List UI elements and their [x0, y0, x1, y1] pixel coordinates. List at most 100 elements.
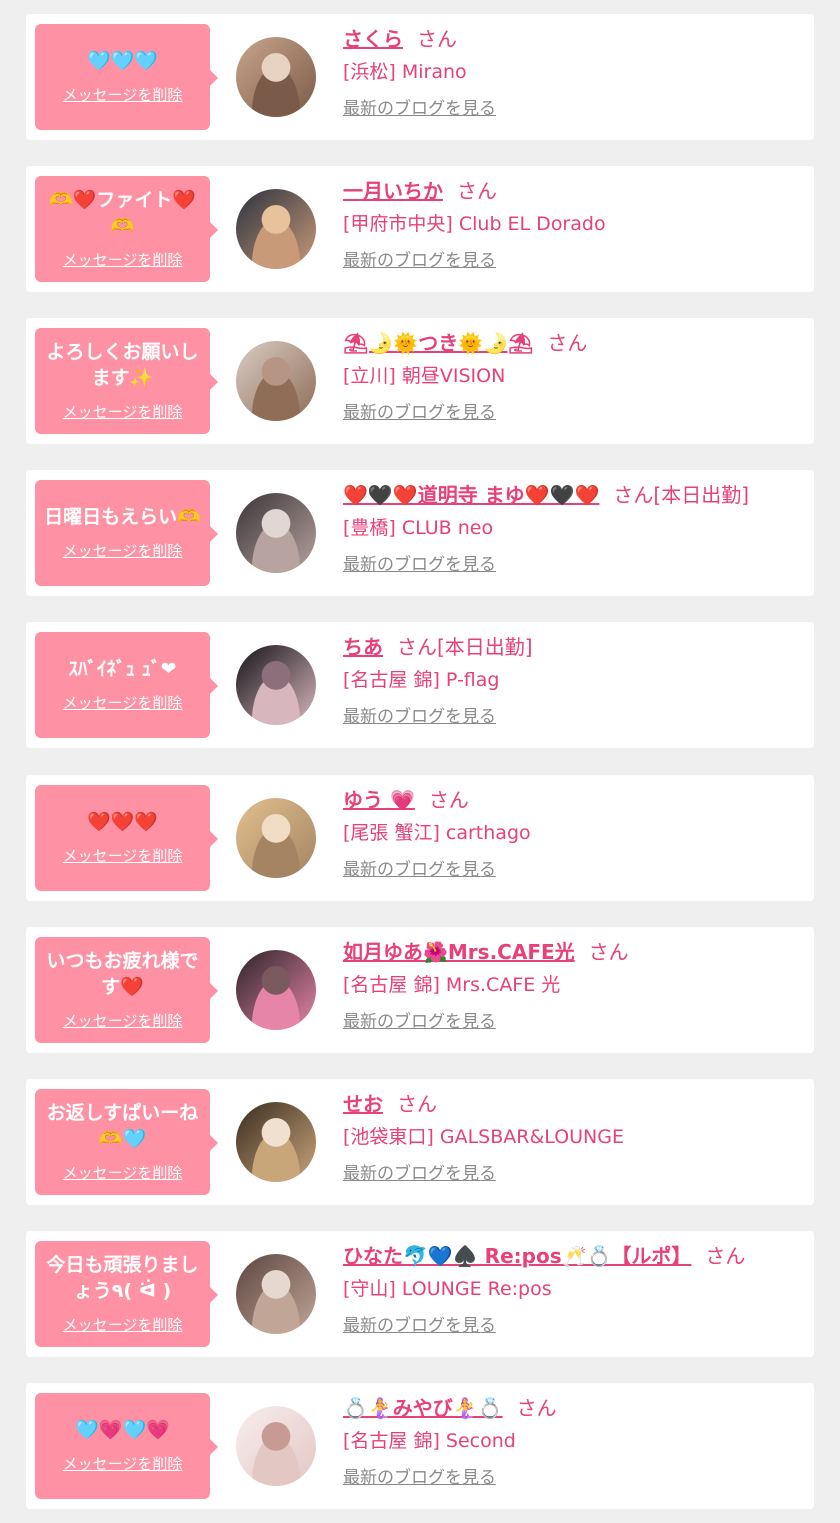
name-line: さくら さん	[343, 24, 804, 54]
message-bubble: 🫶❤️ファイト❤️🫶 メッセージを削除	[35, 176, 218, 282]
delete-message-link[interactable]: メッセージを削除	[63, 249, 183, 270]
name-line: せお さん	[343, 1089, 804, 1119]
message-bubble: いつもお疲れ様です❤️ メッセージを削除	[35, 937, 218, 1043]
working-today-badge: [本日出勤]	[437, 635, 533, 659]
honorific-label: さん	[705, 1244, 746, 1268]
cast-info: ひなた🐬💙♠️ Re:pos🥂💍【ルポ】 さん [守山] LOUNGE Re:pos…	[343, 1241, 804, 1338]
honorific-label: さん	[547, 331, 588, 355]
delete-message-link[interactable]: メッセージを削除	[63, 692, 183, 713]
avatar-photo-icon[interactable]	[236, 341, 316, 421]
cast-name-link[interactable]: 一月いちか	[343, 179, 443, 203]
cast-name-link[interactable]: ❤️🖤❤️道明寺 まゆ❤️🖤❤️	[343, 483, 599, 507]
shop-label: [甲府市中央] Club EL Dorado	[343, 213, 606, 235]
delete-message-link[interactable]: メッセージを削除	[63, 1162, 183, 1183]
cast-info: ちあ さん[本日出勤] [名古屋 錦] P-flag 最新のブログを見る	[343, 632, 804, 729]
message-card: 🩵💗🩵💗 メッセージを削除 💍🧜‍♀️みやび🧜‍♀️💍 さん [名古屋 錦] Secon…	[26, 1383, 814, 1509]
cast-name-link[interactable]: 如月ゆあ🌺Mrs.CAFE光	[343, 940, 575, 964]
honorific-label: さん	[516, 1396, 557, 1420]
message-text: 🩵💗🩵💗	[75, 1418, 170, 1441]
delete-message-link[interactable]: メッセージを削除	[63, 1010, 183, 1031]
message-text: 日曜日もえらい🫶	[44, 505, 201, 528]
avatar-photo-icon[interactable]	[236, 1406, 316, 1486]
avatar-photo-icon[interactable]	[236, 189, 316, 269]
honorific-label: さん	[417, 27, 457, 51]
latest-blog-link[interactable]: 最新のブログを見る	[343, 1162, 496, 1186]
name-line: ちあ さん[本日出勤]	[343, 632, 804, 662]
shop-label: [豊橋] CLUB neo	[343, 517, 494, 539]
message-card: 今日も頑張りましょう٩( ᐛ ) メッセージを削除 ひなた🐬💙♠️ Re:pos🥂💍…	[26, 1231, 814, 1357]
message-text: よろしくお願いします✨	[46, 340, 199, 389]
working-today-badge: [本日出勤]	[653, 483, 749, 507]
latest-blog-link[interactable]: 最新のブログを見る	[343, 705, 496, 729]
message-bubble: 🩵💗🩵💗 メッセージを削除	[35, 1393, 218, 1499]
delete-message-link[interactable]: メッセージを削除	[63, 1453, 183, 1474]
message-text: 今日も頑張りましょう٩( ᐛ )	[46, 1253, 199, 1302]
shop-label: [守山] LOUNGE Re:pos	[343, 1278, 552, 1300]
message-text: いつもお疲れ様です❤️	[46, 949, 199, 998]
message-list: 🩵🩵🩵 メッセージを削除 さくら さん [浜松] Mirano 最新のブログを見る 🫶❤️フ…	[0, 0, 840, 1523]
honorific-label: さん	[397, 1092, 437, 1116]
avatar-photo-icon[interactable]	[236, 37, 316, 117]
name-line: 💍🧜‍♀️みやび🧜‍♀️💍 さん	[343, 1393, 804, 1423]
cast-name-link[interactable]: せお	[343, 1092, 383, 1116]
name-line: ゆう 💗 さん	[343, 785, 804, 815]
shop-label: [浜松] Mirano	[343, 61, 467, 83]
latest-blog-link[interactable]: 最新のブログを見る	[343, 1466, 496, 1490]
delete-message-link[interactable]: メッセージを削除	[63, 401, 183, 422]
cast-name-link[interactable]: さくら	[343, 27, 403, 51]
name-line: 如月ゆあ🌺Mrs.CAFE光 さん	[343, 937, 804, 967]
cast-info: 如月ゆあ🌺Mrs.CAFE光 さん [名古屋 錦] Mrs.CAFE 光最新のブログ…	[343, 937, 804, 1034]
cast-info: さくら さん [浜松] Mirano 最新のブログを見る	[343, 24, 804, 121]
latest-blog-link[interactable]: 最新のブログを見る	[343, 553, 496, 577]
cast-info: 💍🧜‍♀️みやび🧜‍♀️💍 さん [名古屋 錦] Second 最新のブログを見る	[343, 1393, 804, 1490]
cast-info: ⛱🌛🌞つき🌞🌛⛱ さん [立川] 朝昼VISION 最新のブログを見る	[343, 328, 804, 425]
name-line: ⛱🌛🌞つき🌞🌛⛱ さん	[343, 328, 804, 358]
avatar-photo-icon[interactable]	[236, 798, 316, 878]
message-card: よろしくお願いします✨ メッセージを削除 ⛱🌛🌞つき🌞🌛⛱ さん [立川] 朝昼VISI…	[26, 318, 814, 444]
message-text: 🩵🩵🩵	[87, 49, 158, 72]
honorific-label: さん	[457, 179, 497, 203]
honorific-label: さん	[613, 483, 654, 507]
cast-name-link[interactable]: 💍🧜‍♀️みやび🧜‍♀️💍	[343, 1396, 503, 1420]
avatar-photo-icon[interactable]	[236, 493, 316, 573]
message-card: ❤️❤️❤️ メッセージを削除 ゆう 💗 さん [尾張 蟹江] carthago 最新のブ…	[26, 775, 814, 901]
message-bubble: お返しすぱいーね🫶🩵 メッセージを削除	[35, 1089, 218, 1195]
delete-message-link[interactable]: メッセージを削除	[63, 845, 183, 866]
latest-blog-link[interactable]: 最新のブログを見る	[343, 97, 496, 121]
name-line: ❤️🖤❤️道明寺 まゆ❤️🖤❤️ さん[本日出勤]	[343, 480, 804, 510]
delete-message-link[interactable]: メッセージを削除	[63, 540, 183, 561]
latest-blog-link[interactable]: 最新のブログを見る	[343, 401, 496, 425]
avatar-photo-icon[interactable]	[236, 1254, 316, 1334]
cast-name-link[interactable]: ひなた🐬💙♠️ Re:pos🥂💍【ルポ】	[343, 1244, 691, 1268]
cast-name-link[interactable]: ちあ	[343, 635, 383, 659]
latest-blog-link[interactable]: 最新のブログを見る	[343, 1314, 496, 1338]
shop-label: [立川] 朝昼VISION	[343, 365, 506, 387]
avatar-photo-icon[interactable]	[236, 645, 316, 725]
cast-info: 一月いちか さん [甲府市中央] Club EL Dorado 最新のブログを見る	[343, 176, 804, 273]
message-card: お返しすぱいーね🫶🩵 メッセージを削除 せお さん [池袋東口] GALSBAR&LOU…	[26, 1079, 814, 1205]
message-bubble: ｽﾊﾞｲﾈﾞｭ ｭﾞ❤ メッセージを削除	[35, 632, 218, 738]
delete-message-link[interactable]: メッセージを削除	[63, 84, 183, 105]
name-line: ひなた🐬💙♠️ Re:pos🥂💍【ルポ】 さん	[343, 1241, 804, 1271]
message-card: 🫶❤️ファイト❤️🫶 メッセージを削除 一月いちか さん [甲府市中央] Club EL…	[26, 166, 814, 292]
cast-info: ❤️🖤❤️道明寺 まゆ❤️🖤❤️ さん[本日出勤] [豊橋] CLUB neo 最新の…	[343, 480, 804, 577]
delete-message-link[interactable]: メッセージを削除	[63, 1314, 183, 1335]
honorific-label: さん	[397, 635, 437, 659]
message-bubble: 🩵🩵🩵 メッセージを削除	[35, 24, 218, 130]
cast-name-link[interactable]: ⛱🌛🌞つき🌞🌛⛱	[343, 331, 533, 355]
cast-name-link[interactable]: ゆう 💗	[343, 788, 415, 812]
shop-label: [名古屋 錦] Second	[343, 1430, 516, 1452]
avatar-photo-icon[interactable]	[236, 1102, 316, 1182]
message-card: いつもお疲れ様です❤️ メッセージを削除 如月ゆあ🌺Mrs.CAFE光 さん [名古屋 …	[26, 927, 814, 1053]
cast-info: ゆう 💗 さん [尾張 蟹江] carthago 最新のブログを見る	[343, 785, 804, 882]
message-text: ❤️❤️❤️	[87, 810, 158, 833]
message-bubble: ❤️❤️❤️ メッセージを削除	[35, 785, 218, 891]
avatar-photo-icon[interactable]	[236, 950, 316, 1030]
cast-info: せお さん [池袋東口] GALSBAR&LOUNGE 最新のブログを見る	[343, 1089, 804, 1186]
latest-blog-link[interactable]: 最新のブログを見る	[343, 1010, 496, 1034]
message-text: ｽﾊﾞｲﾈﾞｭ ｭﾞ❤	[68, 657, 177, 680]
latest-blog-link[interactable]: 最新のブログを見る	[343, 249, 496, 273]
message-card: 🩵🩵🩵 メッセージを削除 さくら さん [浜松] Mirano 最新のブログを見る	[26, 14, 814, 140]
latest-blog-link[interactable]: 最新のブログを見る	[343, 858, 496, 882]
message-bubble: 日曜日もえらい🫶 メッセージを削除	[35, 480, 218, 586]
